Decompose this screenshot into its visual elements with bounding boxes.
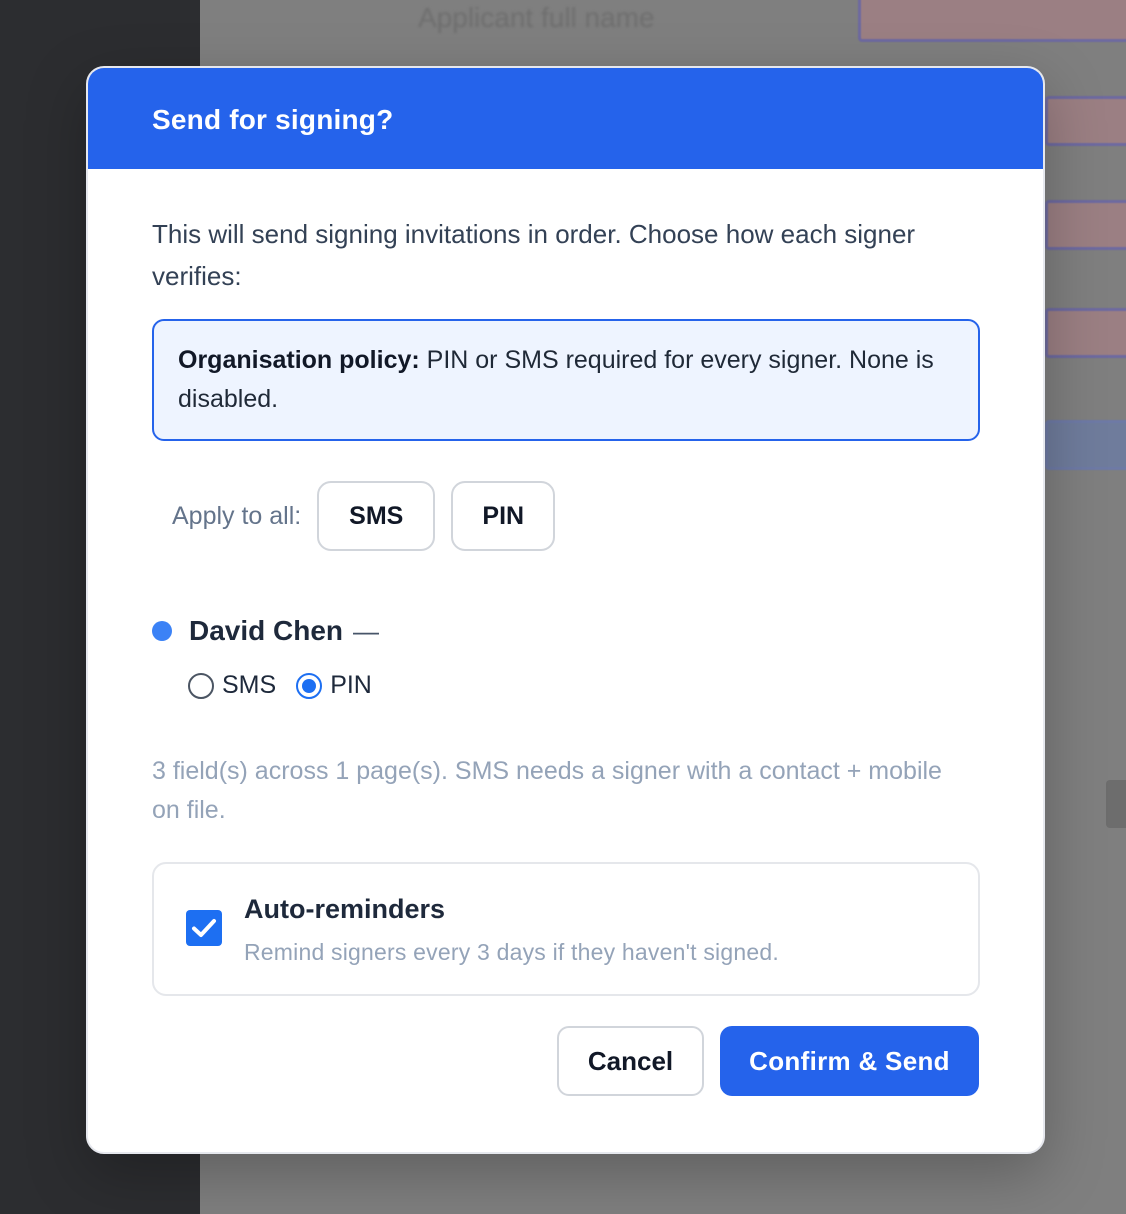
signer-header: David Chen — xyxy=(152,615,979,647)
apply-to-all-label: Apply to all: xyxy=(172,501,302,530)
radio-sms-label: SMS xyxy=(222,671,277,699)
radio-sms[interactable] xyxy=(188,672,214,699)
signer-name: David Chen xyxy=(189,615,344,646)
auto-reminders-title: Auto-reminders xyxy=(244,894,446,924)
intro-text: This will send signing invitations in or… xyxy=(152,219,916,291)
signer-item: David Chen — SMS PIN xyxy=(152,615,979,700)
auto-reminders-text: Auto-reminders Remind signers every 3 da… xyxy=(244,892,779,966)
backdrop-chip xyxy=(1106,780,1126,828)
backdrop-field xyxy=(1045,200,1126,250)
apply-all-sms-button[interactable]: SMS xyxy=(317,481,436,551)
confirm-send-button[interactable]: Confirm & Send xyxy=(720,1026,979,1096)
verification-method-group: SMS PIN xyxy=(152,671,979,700)
radio-pin[interactable] xyxy=(296,672,323,699)
apply-to-all-row: Apply to all: SMS PIN xyxy=(152,481,979,551)
dialog-header: Send for signing? xyxy=(88,68,1043,169)
apply-all-pin-button[interactable]: PIN xyxy=(451,481,556,551)
backdrop-field xyxy=(1045,420,1126,470)
dialog-title: Send for signing? xyxy=(152,103,394,135)
method-option-sms[interactable]: SMS xyxy=(188,671,276,700)
signer-status-dot-icon xyxy=(152,621,172,641)
dialog-actions: Cancel Confirm & Send xyxy=(557,1026,979,1096)
check-icon xyxy=(192,919,216,937)
fields-hint: 3 field(s) across 1 page(s). SMS needs a… xyxy=(152,757,942,824)
auto-reminders-card[interactable]: Auto-reminders Remind signers every 3 da… xyxy=(152,862,980,996)
policy-notice: Organisation policy: PIN or SMS required… xyxy=(152,319,980,441)
method-option-pin[interactable]: PIN xyxy=(296,671,372,700)
signer-dash: — xyxy=(353,615,380,646)
auto-reminders-checkbox[interactable] xyxy=(186,910,222,946)
cancel-button[interactable]: Cancel xyxy=(557,1026,704,1096)
backdrop-field xyxy=(1045,96,1126,146)
policy-label: Organisation policy: xyxy=(178,346,420,374)
auto-reminders-description: Remind signers every 3 days if they have… xyxy=(244,939,779,965)
backdrop-field xyxy=(1045,308,1126,358)
send-for-signing-dialog: Send for signing? This will send signing… xyxy=(86,66,1045,1154)
backdrop-header-text: Applicant full name xyxy=(418,2,655,33)
radio-pin-label: PIN xyxy=(330,671,372,699)
backdrop-field xyxy=(858,0,1126,42)
dialog-body: This will send signing invitations in or… xyxy=(88,169,1043,996)
